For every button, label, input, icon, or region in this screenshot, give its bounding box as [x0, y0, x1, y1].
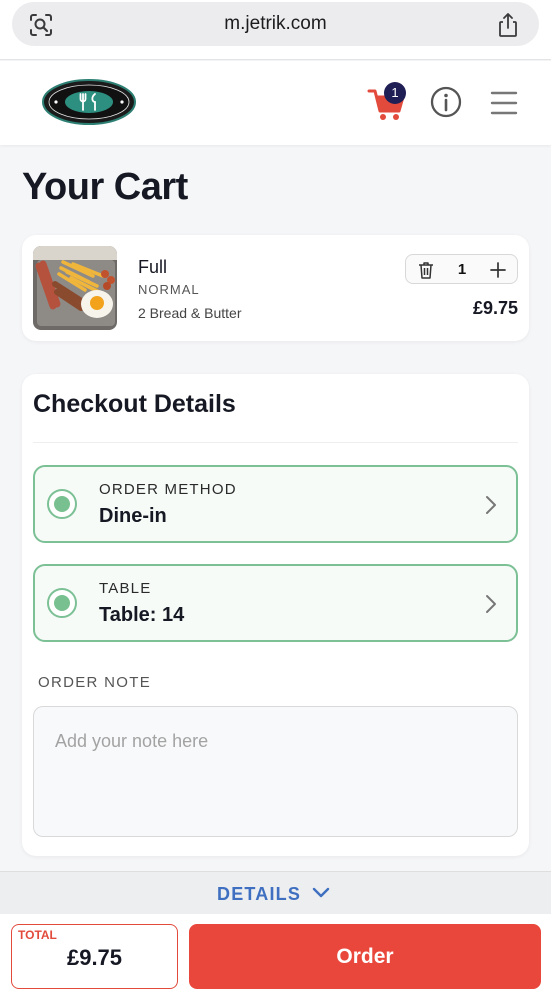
browser-toolbar: m.jetrik.com — [0, 0, 551, 60]
info-icon[interactable] — [430, 86, 462, 118]
village-cafe-logo[interactable] — [42, 79, 136, 125]
details-toggle[interactable]: DETAILS — [0, 871, 551, 914]
share-icon[interactable] — [495, 12, 521, 38]
chevron-right-icon — [486, 496, 496, 514]
app-header: 1 — [0, 61, 551, 145]
item-variant: NORMAL — [138, 282, 200, 297]
address-bar[interactable]: m.jetrik.com — [12, 2, 539, 46]
order-note-label: ORDER NOTE — [38, 674, 152, 691]
checkout-footer: TOTAL £9.75 Order — [0, 914, 551, 1000]
total-box: TOTAL £9.75 — [11, 924, 178, 989]
item-name: Full — [138, 257, 168, 277]
page-title: Your Cart — [22, 166, 188, 208]
item-price: £9.75 — [472, 298, 518, 318]
checkout-details-card: Checkout Details ORDER METHOD Dine-in TA… — [22, 374, 529, 856]
trash-icon[interactable] — [416, 260, 436, 280]
cart-item-card: Full NORMAL 2 Bread & Butter 1 £9.75 — [22, 235, 529, 341]
total-label: TOTAL — [18, 928, 57, 942]
table-label: TABLE — [99, 580, 152, 597]
quantity-stepper: 1 — [405, 254, 518, 284]
table-value: Table: 14 — [99, 604, 185, 626]
order-method-option[interactable]: ORDER METHOD Dine-in — [33, 465, 518, 543]
order-method-value: Dine-in — [99, 505, 167, 527]
cart-count-badge: 1 — [384, 82, 406, 104]
order-method-label: ORDER METHOD — [99, 481, 237, 498]
order-note-input[interactable] — [33, 706, 518, 837]
details-label[interactable]: DETAILS — [217, 884, 301, 905]
table-option[interactable]: TABLE Table: 14 — [33, 564, 518, 642]
chevron-right-icon — [486, 595, 496, 613]
checkout-title: Checkout Details — [33, 390, 236, 418]
divider — [33, 442, 518, 443]
url-text[interactable]: m.jetrik.com — [12, 13, 539, 35]
hamburger-menu-icon[interactable] — [490, 90, 518, 116]
chevron-down-icon[interactable] — [312, 886, 330, 900]
order-button[interactable]: Order — [189, 924, 541, 989]
total-value: £9.75 — [66, 945, 123, 970]
radio-selected-icon[interactable] — [47, 588, 77, 618]
food-image[interactable] — [33, 246, 117, 330]
plus-icon[interactable] — [488, 260, 508, 280]
radio-selected-icon[interactable] — [47, 489, 77, 519]
item-extra: 2 Bread & Butter — [138, 305, 242, 321]
quantity-value: 1 — [457, 261, 467, 278]
